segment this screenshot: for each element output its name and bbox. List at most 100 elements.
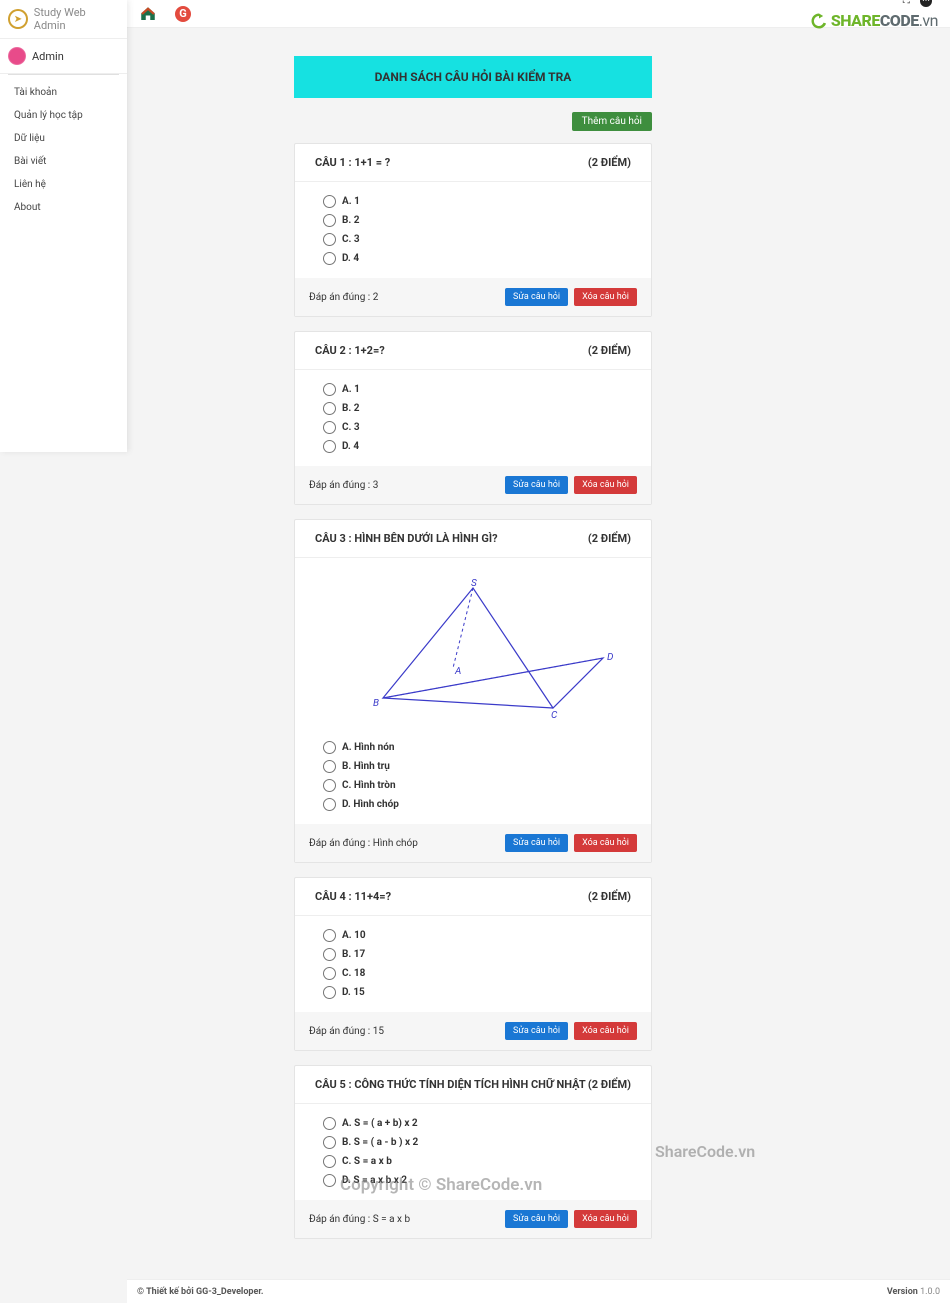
google-icon[interactable]: G: [175, 6, 191, 22]
edit-question-button[interactable]: Sửa câu hỏi: [505, 834, 568, 852]
delete-question-button[interactable]: Xóa câu hỏi: [574, 834, 637, 852]
question-option: B. 2: [323, 211, 623, 230]
option-radio[interactable]: [323, 948, 336, 961]
option-radio[interactable]: [323, 779, 336, 792]
question-actions: Sửa câu hỏi Xóa câu hỏi: [505, 1022, 637, 1040]
option-label: A. 1: [342, 384, 360, 395]
footer-version: Version 1.0.0: [887, 1287, 940, 1297]
question-points: (2 ĐIỂM): [588, 1078, 631, 1091]
question-option: B. 2: [323, 399, 623, 418]
questions-container: CÂU 1 : 1+1 = ?(2 ĐIỂM)A. 1B. 2C. 3D. 4Đ…: [294, 143, 652, 1239]
sidebar: ➤ Study Web Admin Admin Tài khoản Quản l…: [0, 0, 127, 452]
question-card: CÂU 5 : CÔNG THỨC TÍNH DIỆN TÍCH HÌNH CH…: [294, 1065, 652, 1239]
option-radio[interactable]: [323, 1136, 336, 1149]
delete-question-button[interactable]: Xóa câu hỏi: [574, 288, 637, 306]
question-option: D. S = a x b x 2: [323, 1171, 623, 1190]
question-option: A. 1: [323, 192, 623, 211]
sidebar-item-posts[interactable]: Bài viết: [0, 150, 127, 173]
question-card: CÂU 3 : HÌNH BÊN DƯỚI LÀ HÌNH GÌ?(2 ĐIỂM…: [294, 519, 652, 863]
svg-text:S: S: [471, 578, 477, 589]
option-label: A. 10: [342, 930, 366, 941]
question-body: SBCDAA. Hình nónB. Hình trụC. Hình trònD…: [295, 558, 651, 824]
topbar: G ⛶ ⋯ SHARECODE.vn: [127, 0, 950, 28]
question-option: B. Hình trụ: [323, 757, 623, 776]
footer-credit: © Thiết kế bởi GG-3_Developer.: [137, 1287, 264, 1297]
sidebar-item-account[interactable]: Tài khoản: [0, 81, 127, 104]
sharecode-logo: SHARECODE.vn: [809, 11, 938, 31]
delete-question-button[interactable]: Xóa câu hỏi: [574, 1210, 637, 1228]
option-radio[interactable]: [323, 214, 336, 227]
correct-answer: Đáp án đúng : 15: [309, 1026, 384, 1037]
sidebar-item-contact[interactable]: Liên hệ: [0, 173, 127, 196]
option-radio[interactable]: [323, 760, 336, 773]
question-card: CÂU 2 : 1+2=?(2 ĐIỂM) A. 1 B. 2 C. 3D. 4 Đáp…: [294, 331, 652, 505]
option-label: D. 15: [342, 987, 365, 998]
logo-part-2: CODE: [880, 11, 919, 30]
svg-text:A: A: [454, 666, 461, 677]
option-radio[interactable]: [323, 798, 336, 811]
option-label: B. 2: [342, 403, 360, 414]
sidebar-item-about[interactable]: About: [0, 196, 127, 219]
option-radio[interactable]: [323, 252, 336, 265]
sidebar-user[interactable]: Admin: [0, 39, 127, 74]
option-radio[interactable]: [323, 421, 336, 434]
topbar-left: G: [139, 5, 191, 23]
question-option: C. S = a x b: [323, 1152, 623, 1171]
edit-question-button[interactable]: Sửa câu hỏi: [505, 288, 568, 306]
question-option: C. 3: [323, 418, 623, 437]
option-label: A. Hình nón: [342, 742, 394, 753]
delete-question-button[interactable]: Xóa câu hỏi: [574, 1022, 637, 1040]
option-radio[interactable]: [323, 402, 336, 415]
option-radio[interactable]: [323, 233, 336, 246]
question-option: B. 17: [323, 945, 623, 964]
question-points: (2 ĐIỂM): [588, 890, 631, 903]
question-option: C. 18: [323, 964, 623, 983]
question-footer: Đáp án đúng : S = a x b Sửa câu hỏi Xóa câ…: [295, 1200, 651, 1238]
question-header: CÂU 5 : CÔNG THỨC TÍNH DIỆN TÍCH HÌNH CH…: [295, 1066, 651, 1104]
delete-question-button[interactable]: Xóa câu hỏi: [574, 476, 637, 494]
question-header: CÂU 3 : HÌNH BÊN DƯỚI LÀ HÌNH GÌ?(2 ĐIỂM…: [295, 520, 651, 558]
option-radio[interactable]: [323, 967, 336, 980]
logo-swirl-icon: [809, 11, 829, 31]
question-title: CÂU 2 : 1+2=?: [315, 344, 385, 357]
question-title: CÂU 1 : 1+1 = ?: [315, 156, 390, 169]
question-actions: Sửa câu hỏi Xóa câu hỏi: [505, 1210, 637, 1228]
option-label: A. 1: [342, 196, 360, 207]
sidebar-brand[interactable]: ➤ Study Web Admin: [0, 0, 127, 39]
home-icon[interactable]: [139, 5, 157, 23]
option-radio[interactable]: [323, 986, 336, 999]
option-radio[interactable]: [323, 383, 336, 396]
question-actions: Sửa câu hỏi Xóa câu hỏi: [505, 834, 637, 852]
sidebar-item-learning[interactable]: Quản lý học tập: [0, 104, 127, 127]
option-radio[interactable]: [323, 741, 336, 754]
option-radio[interactable]: [323, 1174, 336, 1187]
option-radio[interactable]: [323, 195, 336, 208]
edit-question-button[interactable]: Sửa câu hỏi: [505, 476, 568, 494]
fullscreen-icon[interactable]: ⛶: [903, 0, 910, 6]
question-option: A. 1: [323, 380, 623, 399]
option-radio[interactable]: [323, 440, 336, 453]
correct-answer: Đáp án đúng : 3: [309, 480, 378, 491]
option-label: D. Hình chóp: [342, 799, 399, 810]
logo-part-1: SHARE: [831, 11, 880, 30]
question-header: CÂU 2 : 1+2=?(2 ĐIỂM): [295, 332, 651, 370]
question-card: CÂU 4 : 11+4=?(2 ĐIỂM)A. 10B. 17C. 18D. …: [294, 877, 652, 1051]
option-radio[interactable]: [323, 1117, 336, 1130]
edit-question-button[interactable]: Sửa câu hỏi: [505, 1022, 568, 1040]
question-footer: Đáp án đúng : 3 Sửa câu hỏi Xóa câu hỏi: [295, 466, 651, 504]
option-radio[interactable]: [323, 929, 336, 942]
edit-question-button[interactable]: Sửa câu hỏi: [505, 1210, 568, 1228]
correct-answer: Đáp án đúng : S = a x b: [309, 1214, 410, 1225]
sidebar-item-data[interactable]: Dữ liệu: [0, 127, 127, 150]
option-radio[interactable]: [323, 1155, 336, 1168]
option-label: C. 3: [342, 234, 360, 245]
question-body: A. 10 B. 17C. 18 D. 15: [295, 916, 651, 1012]
option-label: B. 2: [342, 215, 360, 226]
question-footer: Đáp án đúng : 2Sửa câu hỏiXóa câu hỏi: [295, 278, 651, 316]
add-question-button[interactable]: Thêm câu hỏi: [572, 112, 652, 131]
question-points: (2 ĐIỂM): [588, 532, 631, 545]
question-actions: Sửa câu hỏi Xóa câu hỏi: [505, 288, 637, 306]
question-card: CÂU 1 : 1+1 = ?(2 ĐIỂM)A. 1B. 2C. 3D. 4Đ…: [294, 143, 652, 317]
question-option: D. 4: [323, 437, 623, 456]
more-icon[interactable]: ⋯: [920, 0, 932, 7]
